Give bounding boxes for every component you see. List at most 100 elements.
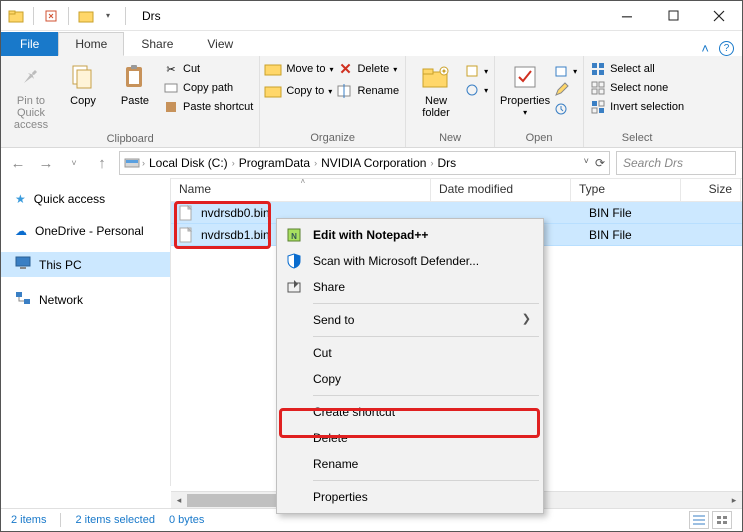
select-all-button[interactable]: Select all xyxy=(590,61,684,77)
delete-x-icon: ✕ xyxy=(337,61,353,77)
tab-file[interactable]: File xyxy=(1,32,58,56)
annotation-files-highlight xyxy=(174,201,271,249)
rename-button[interactable]: Rename xyxy=(337,83,399,99)
scroll-right-icon[interactable]: ▸ xyxy=(726,492,742,509)
crumb-2: NVIDIA Corporation xyxy=(319,156,428,170)
copy-path-button[interactable]: Copy path xyxy=(163,80,253,96)
select-all-icon xyxy=(590,61,606,77)
share-icon xyxy=(285,278,303,296)
copy-path-icon xyxy=(163,80,179,96)
network-icon xyxy=(15,291,31,308)
ribbon: Pin to Quick access Copy Paste ✂Cut Copy… xyxy=(1,56,742,148)
properties-check-icon xyxy=(509,61,541,93)
cloud-icon: ☁ xyxy=(15,224,27,238)
maximize-button[interactable] xyxy=(650,1,696,31)
search-input[interactable]: Search Drs xyxy=(616,151,736,175)
folder-move-icon xyxy=(266,61,282,77)
context-edit-notepadpp[interactable]: NEdit with Notepad++ xyxy=(279,222,541,248)
group-clipboard: Pin to Quick access Copy Paste ✂Cut Copy… xyxy=(1,56,260,147)
nav-onedrive[interactable]: ☁OneDrive - Personal xyxy=(1,220,170,242)
tab-share[interactable]: Share xyxy=(124,32,190,56)
open-icon xyxy=(553,63,569,79)
select-none-button[interactable]: Select none xyxy=(590,80,684,96)
group-open: Properties▾ ▾ Open xyxy=(495,56,584,147)
scroll-left-icon[interactable]: ◂ xyxy=(171,492,187,509)
status-item-count: 2 items xyxy=(11,514,46,526)
address-bar: ← → ˅ ↑ › Local Disk (C:)› ProgramData› … xyxy=(1,148,742,178)
copy-to-button[interactable]: Copy to ▾ xyxy=(266,83,333,99)
folder-copy-icon xyxy=(266,83,282,99)
ribbon-collapse-icon[interactable]: ˄ xyxy=(701,41,709,56)
history-icon xyxy=(553,101,569,117)
help-icon[interactable]: ? xyxy=(719,41,734,56)
view-details-icon[interactable] xyxy=(689,511,709,529)
view-large-icons-icon[interactable] xyxy=(712,511,732,529)
invert-selection-button[interactable]: Invert selection xyxy=(590,99,684,115)
new-item-icon xyxy=(464,63,480,79)
easy-access-icon xyxy=(464,82,480,98)
copy-button[interactable]: Copy xyxy=(59,58,107,107)
drive-icon xyxy=(124,154,140,173)
annotation-delete-highlight xyxy=(279,408,540,438)
status-selection-count: 2 items selected xyxy=(75,514,154,526)
pin-to-quick-access-button[interactable]: Pin to Quick access xyxy=(7,58,55,131)
nav-up-button[interactable]: ↑ xyxy=(91,152,113,174)
history-button[interactable] xyxy=(553,101,577,117)
nav-network[interactable]: Network xyxy=(1,287,170,312)
cut-button[interactable]: ✂Cut xyxy=(163,61,253,77)
nav-this-pc[interactable]: This PC xyxy=(1,252,170,277)
svg-text:✦: ✦ xyxy=(441,67,448,76)
column-headers[interactable]: Name˄ Date modified Type Size xyxy=(171,178,742,202)
navigation-pane: ★Quick access ☁OneDrive - Personal This … xyxy=(1,178,171,486)
context-cut[interactable]: Cut xyxy=(279,340,541,366)
crumb-0: Local Disk (C:) xyxy=(147,156,230,170)
edit-button[interactable] xyxy=(553,82,577,98)
pin-icon xyxy=(15,61,47,93)
folder-icon xyxy=(7,7,25,25)
sort-asc-icon: ˄ xyxy=(301,178,306,186)
breadcrumb-bar[interactable]: › Local Disk (C:)› ProgramData› NVIDIA C… xyxy=(119,151,610,175)
paste-button[interactable]: Paste xyxy=(111,58,159,107)
context-rename[interactable]: Rename xyxy=(279,451,541,477)
move-to-button[interactable]: Move to ▾ xyxy=(266,61,333,77)
copy-icon xyxy=(67,61,99,93)
easy-access-button[interactable]: ▾ xyxy=(464,82,488,98)
paste-shortcut-icon xyxy=(163,99,179,115)
nav-quick-access[interactable]: ★Quick access xyxy=(1,188,170,210)
properties-button[interactable]: Properties▾ xyxy=(501,58,549,118)
qat-properties-icon[interactable] xyxy=(42,7,60,25)
context-properties[interactable]: Properties xyxy=(279,484,541,510)
close-button[interactable] xyxy=(696,1,742,31)
new-folder-button[interactable]: ✦New folder xyxy=(412,58,460,119)
new-item-button[interactable]: ▾ xyxy=(464,63,488,79)
tab-view[interactable]: View xyxy=(190,32,250,56)
scissors-icon: ✂ xyxy=(163,61,179,77)
nav-back-button[interactable]: ← xyxy=(7,152,29,174)
context-share[interactable]: Share xyxy=(279,274,541,300)
new-folder-icon: ✦ xyxy=(420,61,452,93)
delete-button[interactable]: ✕Delete ▾ xyxy=(337,61,399,77)
open-button[interactable]: ▾ xyxy=(553,63,577,79)
defender-icon xyxy=(285,252,303,270)
folder-small-icon xyxy=(77,7,95,25)
addr-dropdown-icon[interactable]: ˅ xyxy=(584,156,589,170)
invert-selection-icon xyxy=(590,99,606,115)
nav-forward-button[interactable]: → xyxy=(35,152,57,174)
rename-icon xyxy=(337,83,353,99)
notepadpp-icon: N xyxy=(285,226,303,244)
group-organize: Move to ▾ Copy to ▾ ✕Delete ▾ Rename Org… xyxy=(260,56,406,147)
refresh-icon[interactable]: ⟳ xyxy=(595,156,605,170)
paste-shortcut-button[interactable]: Paste shortcut xyxy=(163,99,253,115)
group-new: ✦New folder ▾▾ New xyxy=(406,56,495,147)
context-scan-defender[interactable]: Scan with Microsoft Defender... xyxy=(279,248,541,274)
context-send-to[interactable]: Send to xyxy=(279,307,541,333)
pc-icon xyxy=(15,256,31,273)
minimize-button[interactable]: ─ xyxy=(604,1,650,31)
ribbon-tabstrip: File Home Share View ˄ ? xyxy=(1,31,742,56)
svg-text:N: N xyxy=(291,232,297,241)
qat-expand-icon[interactable]: ▾ xyxy=(99,7,117,25)
nav-recent-button[interactable]: ˅ xyxy=(63,152,85,174)
context-copy[interactable]: Copy xyxy=(279,366,541,392)
crumb-1: ProgramData xyxy=(237,156,312,170)
tab-home[interactable]: Home xyxy=(58,32,124,56)
